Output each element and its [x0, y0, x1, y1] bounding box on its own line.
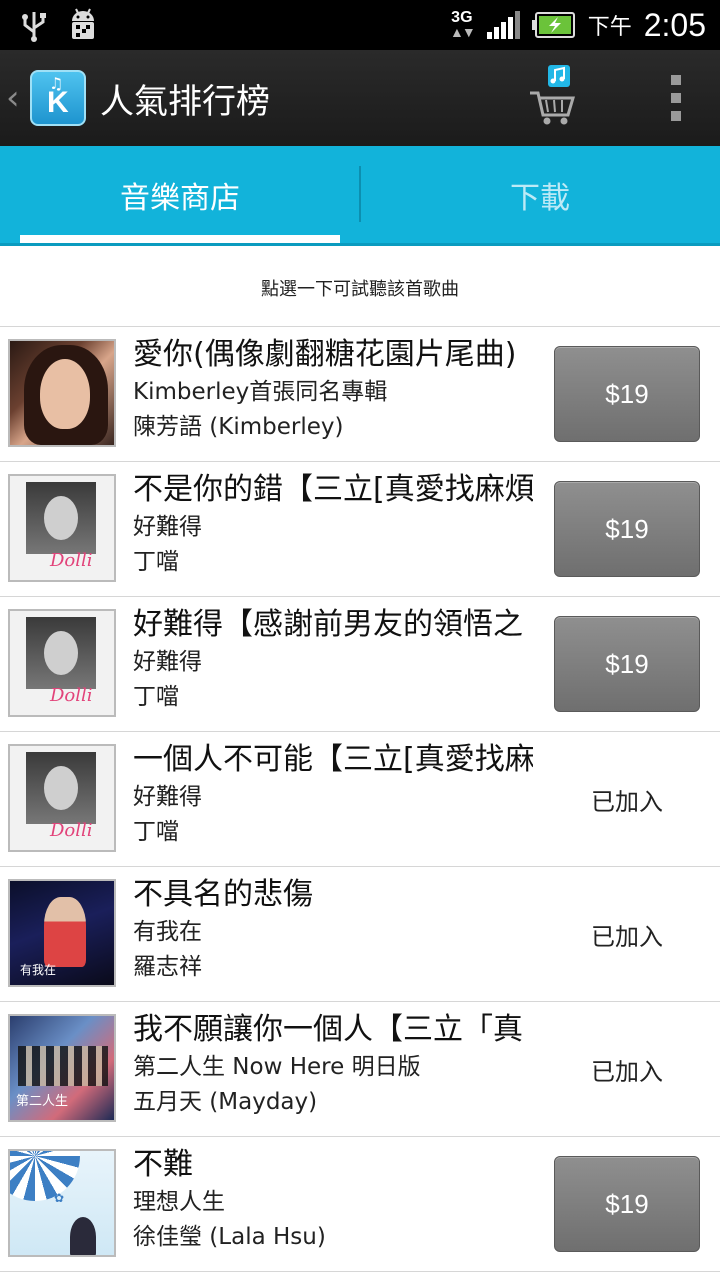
album-name: Kimberley首張同名專輯	[133, 379, 388, 405]
album-name: 第二人生 Now Here 明日版	[133, 1054, 421, 1080]
app-logo[interactable]: ♫ K	[30, 70, 86, 126]
artist-name: 陳芳語 (Kimberley)	[133, 414, 344, 440]
active-tab-indicator	[20, 235, 340, 243]
tab-music-store[interactable]: 音樂商店	[0, 146, 360, 243]
album-name: 好難得	[133, 649, 202, 675]
list-item[interactable]: 愛你(偶像劇翻糖花園片尾曲) Kimberley首張同名專輯 陳芳語 (Kimb…	[0, 327, 720, 462]
artist-name: 丁噹	[133, 549, 179, 575]
list-item[interactable]: 有我在 不具名的悲傷 有我在 羅志祥 已加入	[0, 867, 720, 1002]
android-debug-icon	[66, 7, 100, 43]
song-title: 好難得【感謝前男友的領悟之	[133, 607, 523, 642]
song-list: 愛你(偶像劇翻糖花園片尾曲) Kimberley首張同名專輯 陳芳語 (Kimb…	[0, 327, 720, 1272]
album-name: 理想人生	[133, 1189, 225, 1215]
album-name: 有我在	[133, 919, 202, 945]
overflow-menu-button[interactable]	[646, 50, 706, 146]
album-cover: Dolli	[8, 609, 116, 717]
list-item[interactable]: Dolli 好難得【感謝前男友的領悟之 好難得 丁噹 $19	[0, 597, 720, 732]
tab-label: 音樂商店	[120, 180, 240, 216]
signal-icon	[486, 10, 520, 40]
overflow-dot	[671, 93, 681, 103]
battery-charging-icon	[531, 11, 576, 39]
overflow-dot	[671, 111, 681, 121]
list-item[interactable]: 第二人生 我不願讓你一個人【三立「真 第二人生 Now Here 明日版 五月天…	[0, 1002, 720, 1137]
hint-text: 點選一下可試聽該首歌曲	[0, 249, 720, 327]
album-cover: Dolli	[8, 474, 116, 582]
added-status: 已加入	[591, 787, 663, 816]
song-title: 一個人不可能【三立[真愛找麻	[133, 742, 533, 777]
album-name: 好難得	[133, 784, 202, 810]
artist-name: 五月天 (Mayday)	[133, 1089, 318, 1115]
network-3g-icon: 3G ▲▼	[449, 9, 476, 40]
tab-divider	[359, 166, 361, 222]
album-cover: ✿	[8, 1149, 116, 1257]
logo-letter: K	[47, 86, 69, 119]
album-name: 好難得	[133, 514, 202, 540]
added-status: 已加入	[591, 922, 663, 951]
album-cover: Dolli	[8, 744, 116, 852]
album-cover: 有我在	[8, 879, 116, 987]
song-title: 我不願讓你一個人【三立「真	[133, 1012, 523, 1047]
artist-name: 丁噹	[133, 684, 179, 710]
song-title: 愛你(偶像劇翻糖花園片尾曲)	[133, 337, 517, 372]
clock: 2:05	[643, 6, 706, 43]
album-cover: 第二人生	[8, 1014, 116, 1122]
song-title: 不是你的錯【三立[真愛找麻煩	[133, 472, 533, 507]
artist-name: 羅志祥	[133, 954, 202, 980]
cart-icon	[528, 65, 576, 131]
song-title: 不難	[133, 1147, 193, 1182]
page-title: 人氣排行榜	[100, 81, 270, 122]
status-bar: 3G ▲▼ 下午 2:05	[0, 0, 720, 50]
tab-label: 下載	[510, 180, 570, 216]
buy-button[interactable]: $19	[554, 481, 700, 577]
network-label: 3G	[451, 9, 473, 26]
buy-button[interactable]: $19	[554, 616, 700, 712]
buy-button[interactable]: $19	[554, 1156, 700, 1252]
tab-downloads[interactable]: 下載	[360, 146, 720, 243]
action-bar: ‹ ♫ K 人氣排行榜	[0, 50, 720, 146]
list-item[interactable]: Dolli 一個人不可能【三立[真愛找麻 好難得 丁噹 已加入	[0, 732, 720, 867]
song-title: 不具名的悲傷	[133, 877, 313, 912]
buy-button[interactable]: $19	[554, 346, 700, 442]
album-cover	[8, 339, 116, 447]
back-chevron-icon[interactable]: ‹	[6, 78, 28, 118]
cart-button[interactable]	[512, 50, 592, 146]
added-status: 已加入	[591, 1057, 663, 1086]
overflow-dot	[671, 75, 681, 85]
tab-bar: 音樂商店 下載	[0, 146, 720, 246]
list-item[interactable]: ✿ 不難 理想人生 徐佳瑩 (Lala Hsu) $19	[0, 1137, 720, 1272]
list-item[interactable]: Dolli 不是你的錯【三立[真愛找麻煩 好難得 丁噹 $19	[0, 462, 720, 597]
time-period: 下午	[587, 15, 632, 40]
usb-icon	[20, 8, 48, 42]
artist-name: 徐佳瑩 (Lala Hsu)	[133, 1224, 326, 1250]
artist-name: 丁噹	[133, 819, 179, 845]
